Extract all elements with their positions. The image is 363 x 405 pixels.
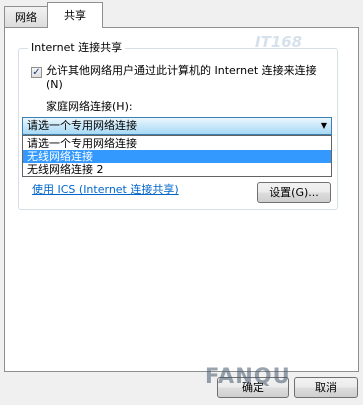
ics-group-title: Internet 连接共享 [28, 39, 126, 55]
combo-value: 请选一个专用网络连接 [27, 119, 137, 132]
allow-sharing-checkbox[interactable]: ✓ [31, 67, 42, 78]
chevron-down-icon[interactable]: ▼ [321, 118, 327, 134]
dropdown-option[interactable]: 请选一个专用网络连接 [23, 137, 331, 150]
allow-sharing-label: 允许其他网络用户通过此计算机的 Internet 连接来连接(N) [46, 64, 317, 91]
home-network-dropdown: 请选一个专用网络连接 无线网络连接 无线网络连接 2 [22, 135, 332, 177]
dropdown-option[interactable]: 无线网络连接 2 [23, 163, 331, 176]
tab-sharing[interactable]: 共享 [47, 2, 103, 28]
tab-network[interactable]: 网络 [4, 6, 48, 27]
settings-button[interactable]: 设置(G)... [257, 182, 331, 203]
dropdown-option-selected[interactable]: 无线网络连接 [23, 150, 331, 163]
home-network-combo[interactable]: 请选一个专用网络连接 ▼ [22, 117, 332, 135]
tab-strip: 网络 共享 [0, 0, 363, 28]
cancel-button[interactable]: 取消 [294, 377, 358, 398]
ics-help-link[interactable]: 使用 ICS (Internet 连接共享) [32, 181, 179, 197]
watermark: FANQU [205, 364, 291, 388]
home-network-label: 家庭网络连接(H): [46, 100, 133, 113]
